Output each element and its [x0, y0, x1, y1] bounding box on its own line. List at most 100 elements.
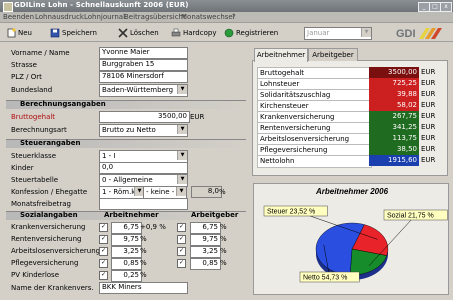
delete-button[interactable]: Löschen: [118, 27, 159, 39]
employee-rate-field[interactable]: 6,75: [111, 222, 142, 234]
save-icon: [50, 28, 60, 38]
free-amount-field[interactable]: [99, 198, 188, 210]
delete-icon: [118, 28, 128, 38]
name-field[interactable]: Yvonne Maier: [99, 47, 188, 59]
social-row-label: Krankenversicherung: [11, 223, 86, 231]
register-label: Registrieren: [236, 29, 279, 37]
result-value: 38,50: [369, 144, 419, 155]
employee-rate-field[interactable]: 9,75: [111, 234, 142, 246]
kids-field[interactable]: 0,0: [99, 162, 188, 174]
menu-beenden[interactable]: Beenden: [3, 13, 34, 21]
result-row: Rentenversicherung 341,25 EUR: [257, 122, 443, 135]
employer-rate-unit: %: [220, 235, 227, 243]
chevron-down-icon: ▼: [177, 175, 187, 184]
menu-lohnausdruck[interactable]: Lohnausdruck: [35, 13, 84, 21]
result-unit: EUR: [421, 156, 436, 164]
kids-label: Kinder: [11, 164, 34, 172]
mode-value: Brutto zu Netto: [102, 126, 156, 134]
menu-beitragsuebersicht[interactable]: Beitragsübersicht: [124, 13, 186, 21]
employer-rate-field[interactable]: 6,75: [190, 222, 221, 234]
employee-rate-unit: %: [140, 259, 147, 267]
employee-rate-unit: %: [140, 247, 147, 255]
app-icon: [3, 2, 13, 12]
result-unit: EUR: [421, 112, 436, 120]
tab-employee[interactable]: Arbeitnehmer: [254, 48, 308, 62]
name-label: Vorname / Name: [11, 49, 70, 57]
employer-rate-field[interactable]: 0,85: [190, 258, 221, 270]
save-button[interactable]: Speichern: [50, 27, 97, 39]
free-amount-label: Monatsfreibetrag: [11, 200, 71, 208]
delete-label: Löschen: [130, 29, 159, 37]
social-row-label: PV Kinderlose: [11, 271, 60, 279]
employee-rate-unit: +0,9 %: [140, 223, 166, 231]
employer-rate-unit: %: [220, 223, 227, 231]
new-icon: [6, 28, 16, 38]
result-value: 58,02: [369, 100, 419, 111]
tax-class-label: Steuerklasse: [11, 152, 57, 160]
register-button[interactable]: Registrieren: [224, 27, 278, 39]
section-tax: Steuerangaben: [6, 139, 246, 148]
street-field[interactable]: Burggraben 15: [99, 59, 188, 71]
social-row-label: Arbeitslosenversicherung: [11, 247, 101, 255]
employer-checkbox[interactable]: ✓: [177, 223, 186, 232]
window-title: GDILine Lohn - Schnellauskunft 2006 (EUR…: [14, 1, 189, 9]
chart-panel: Arbeitnehmer 2006 Steuer 23,52 % Sozial 21…: [253, 183, 449, 295]
employee-checkbox[interactable]: ✓: [99, 271, 108, 280]
pie-label: Netto 54,73 %: [303, 275, 347, 282]
result-label: Nettolohn: [257, 155, 372, 168]
employee-rate-unit: %: [140, 235, 147, 243]
result-unit: EUR: [421, 90, 436, 98]
employee-checkbox[interactable]: ✓: [99, 247, 108, 256]
section-calc: Berechnungsangaben: [6, 100, 246, 109]
employer-checkbox[interactable]: ✓: [177, 235, 186, 244]
gross-unit: EUR: [190, 113, 205, 121]
tab-employer[interactable]: Arbeitgeber: [308, 48, 358, 61]
toolbar: Neu Speichern Löschen Hardcopy Registrie…: [0, 23, 453, 42]
employer-rate-field[interactable]: 3,25: [190, 246, 221, 258]
employer-checkbox[interactable]: ✓: [177, 259, 186, 268]
result-unit: EUR: [421, 145, 436, 153]
chevron-down-icon: ▼: [176, 187, 186, 196]
employer-rate-unit: %: [220, 247, 227, 255]
section-calc-title: Berechnungsangaben: [20, 100, 106, 108]
gross-label: Bruttogehalt: [11, 113, 56, 121]
result-row: Bruttogehalt 3500,00 EUR: [257, 67, 443, 80]
menu-lohnjournal[interactable]: Lohnjournal: [84, 13, 125, 21]
register-icon: [224, 28, 234, 38]
menu-monatswechsel[interactable]: Monatswechsel: [181, 13, 235, 21]
employee-checkbox[interactable]: ✓: [99, 235, 108, 244]
result-value: 113,75: [369, 133, 419, 144]
result-row: Krankenversicherung 267,75 EUR: [257, 111, 443, 124]
employee-checkbox[interactable]: ✓: [99, 259, 108, 268]
result-row: Arbeitslosenversicherung 113,75 EUR: [257, 133, 443, 146]
spouse-value: - keine -: [146, 188, 175, 196]
menu-help[interactable]: ?: [232, 13, 236, 21]
insurer-field[interactable]: BKK Miners: [99, 282, 188, 294]
result-row: Lohnsteuer 725,25 EUR: [257, 78, 443, 91]
hardcopy-button[interactable]: Hardcopy: [171, 27, 216, 39]
new-label: Neu: [18, 29, 32, 37]
employee-checkbox[interactable]: ✓: [99, 223, 108, 232]
result-value: 3500,00: [369, 67, 419, 78]
employer-checkbox[interactable]: ✓: [177, 247, 186, 256]
tax-table-label: Steuertabelle: [11, 176, 59, 184]
result-row: Kirchensteuer 58,02 EUR: [257, 100, 443, 113]
employee-rate-field[interactable]: 3,25: [111, 246, 142, 258]
close-button[interactable]: x: [440, 2, 452, 12]
employee-rate-field[interactable]: 0,25: [111, 270, 142, 282]
employer-rate-field[interactable]: 9,75: [190, 234, 221, 246]
month-select[interactable]: Januar ▼: [304, 27, 372, 40]
chart-title: Arbeitnehmer 2006: [315, 187, 389, 196]
state-select[interactable]: Baden-Württemberg ▼: [99, 84, 188, 97]
result-row: Solidaritätszuschlag 39,88 EUR: [257, 89, 443, 102]
pie-chart: Arbeitnehmer 2006 Steuer 23,52 % Sozial 21…: [263, 187, 448, 283]
new-button[interactable]: Neu: [6, 27, 32, 39]
save-label: Speichern: [62, 29, 97, 37]
employee-rate-field[interactable]: 0,85: [111, 258, 142, 270]
plz-field[interactable]: 78106 Minersdorf: [99, 71, 188, 83]
mode-select[interactable]: Brutto zu Netto ▼: [99, 124, 188, 137]
section-social-title: Sozialangaben: [20, 211, 78, 219]
mode-label: Berechnungsart: [11, 126, 67, 134]
insurer-label: Name der Krankenvers.: [11, 284, 94, 292]
gross-field[interactable]: 3500,00: [99, 111, 190, 123]
